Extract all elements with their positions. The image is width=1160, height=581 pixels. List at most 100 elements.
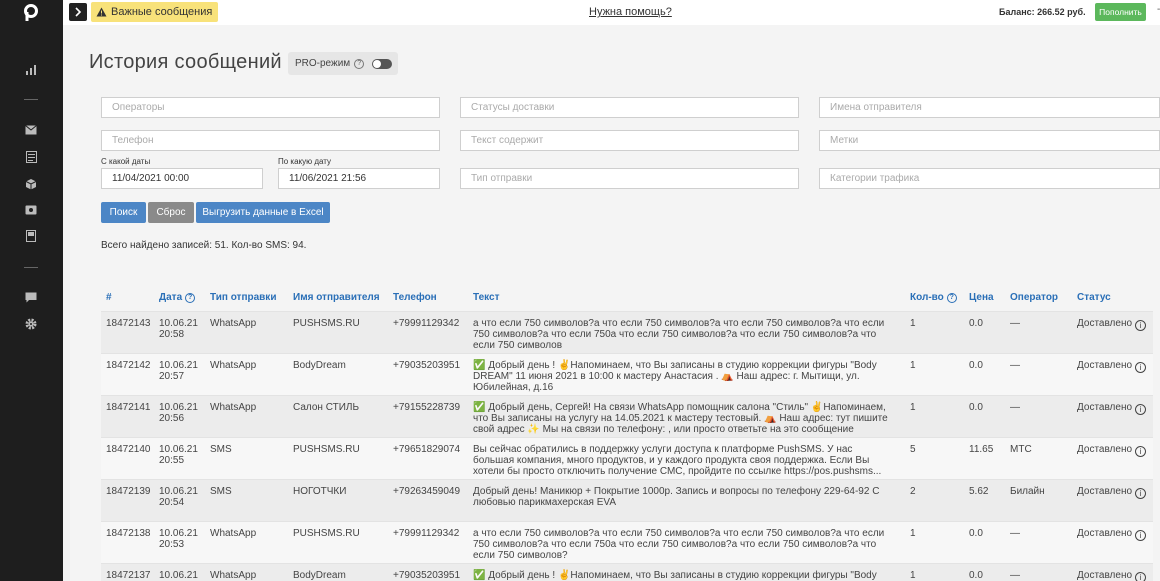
- row-count: 1: [910, 318, 916, 329]
- col-status-label: Статус: [1077, 292, 1111, 303]
- row-date: 10.06.21 20:58: [159, 318, 198, 340]
- table-row[interactable]: 18472142 10.06.21 20:57 WhatsApp BodyDrea…: [101, 353, 1153, 395]
- chat-icon[interactable]: [24, 290, 38, 304]
- info-icon[interactable]: i: [1135, 320, 1147, 331]
- help-link[interactable]: Нужна помощь?: [589, 6, 672, 18]
- tags-select[interactable]: Метки: [819, 130, 1160, 151]
- col-date-header[interactable]: Дата?: [159, 292, 196, 303]
- phone-input[interactable]: Телефон: [101, 130, 440, 151]
- reset-button[interactable]: Сброс: [148, 202, 194, 223]
- sidebar-toggle-button[interactable]: [69, 3, 87, 21]
- logo-icon[interactable]: [23, 4, 40, 21]
- info-icon[interactable]: i: [1135, 404, 1147, 415]
- gear-icon[interactable]: [24, 317, 38, 331]
- col-text-header[interactable]: Текст: [473, 292, 500, 303]
- send-type-select[interactable]: Тип отправки: [460, 168, 799, 189]
- sidebar-divider: [24, 99, 38, 100]
- row-phone: +79651829074: [393, 444, 461, 455]
- sender-names-select[interactable]: Имена отправителя: [819, 97, 1160, 118]
- row-text: ✅ Добрый день ! ✌Напоминаем, что Вы запи…: [473, 570, 877, 581]
- row-phone: +79991129342: [393, 318, 460, 329]
- row-date: 10.06.21 20:57: [159, 360, 198, 382]
- sidebar: [0, 0, 63, 581]
- info-icon[interactable]: i: [1135, 488, 1147, 499]
- col-price-label: Цена: [969, 292, 994, 303]
- row-price: 0.0: [969, 570, 983, 581]
- wallet-icon[interactable]: [24, 203, 38, 217]
- col-sender-header[interactable]: Имя отправителя: [293, 292, 380, 303]
- row-date: 10.06.21 20:54: [159, 486, 198, 508]
- table-row[interactable]: 18472139 10.06.21 20:54 SMS НОГОТЧКИ +792…: [101, 479, 1153, 521]
- col-id-header[interactable]: #: [106, 292, 112, 303]
- col-status-header[interactable]: Статус: [1077, 292, 1111, 303]
- row-phone: +79263459049: [393, 486, 461, 497]
- row-text: а что если 750 символов?а что если 750 с…: [473, 318, 885, 351]
- row-type: WhatsApp: [210, 402, 257, 413]
- help-icon[interactable]: ?: [185, 292, 196, 303]
- chevron-right-icon: [75, 7, 82, 17]
- help-icon[interactable]: ?: [354, 58, 365, 69]
- box-icon[interactable]: [24, 177, 38, 191]
- info-icon[interactable]: i: [1135, 530, 1147, 541]
- bookmark-icon[interactable]: [24, 229, 38, 243]
- row-price: 0.0: [969, 402, 983, 413]
- pro-mode-switch[interactable]: [372, 59, 392, 69]
- row-id: 18472140: [106, 444, 151, 455]
- results-summary: Всего найдено записей: 51. Кол-во SMS: 9…: [101, 240, 307, 251]
- row-sender: PUSHSMS.RU: [293, 318, 360, 329]
- row-price: 0.0: [969, 318, 983, 329]
- help-icon[interactable]: ?: [946, 292, 957, 303]
- warning-icon: [96, 7, 107, 17]
- info-icon[interactable]: i: [1135, 572, 1147, 581]
- envelope-icon[interactable]: [24, 123, 38, 137]
- topup-button[interactable]: Пополнить: [1095, 3, 1146, 21]
- table-row[interactable]: 18472140 10.06.21 20:55 SMS PUSHSMS.RU +7…: [101, 437, 1153, 479]
- row-phone: +79155228739: [393, 402, 461, 413]
- stats-icon[interactable]: [24, 63, 38, 77]
- important-messages-button[interactable]: Важные сообщения: [91, 2, 219, 22]
- text-contains-input[interactable]: Текст содержит: [460, 130, 799, 151]
- row-sender: Салон СТИЛЬ: [293, 402, 360, 413]
- row-text: Вы сейчас обратились в поддержку услуги …: [473, 444, 882, 477]
- col-type-header[interactable]: Тип отправки: [210, 292, 276, 303]
- delivery-status-select[interactable]: Статусы доставки: [460, 97, 799, 118]
- row-text: ✅ Добрый день ! ✌Напоминаем, что Вы запи…: [473, 360, 877, 393]
- row-type: WhatsApp: [210, 318, 257, 329]
- row-sender: PUSHSMS.RU: [293, 528, 360, 539]
- table-row[interactable]: 18472138 10.06.21 20:53 WhatsApp PUSHSMS.…: [101, 521, 1153, 563]
- row-id: 18472137: [106, 570, 151, 581]
- traffic-categories-select[interactable]: Категории трафика: [819, 168, 1160, 189]
- col-count-header[interactable]: Кол-во?: [910, 292, 957, 303]
- pro-mode-toggle[interactable]: PRO-режим ?: [288, 52, 398, 75]
- row-count: 2: [910, 486, 916, 497]
- info-icon[interactable]: i: [1135, 362, 1147, 373]
- row-text: Добрый день! Маникюр + Покрытие 1000р. З…: [473, 486, 880, 508]
- page-title: История сообщений: [89, 51, 282, 73]
- col-phone-header[interactable]: Телефон: [393, 292, 437, 303]
- col-price-header[interactable]: Цена: [969, 292, 994, 303]
- info-icon[interactable]: i: [1135, 446, 1147, 457]
- operators-select[interactable]: Операторы: [101, 97, 440, 118]
- row-price: 0.0: [969, 528, 983, 539]
- table-row[interactable]: 18472137 10.06.21 WhatsApp BodyDream +79…: [101, 563, 1153, 581]
- row-count: 1: [910, 360, 916, 371]
- row-date: 10.06.21 20:53: [159, 528, 198, 550]
- row-count: 1: [910, 402, 916, 413]
- from-date-input[interactable]: 11/04/2021 00:00: [101, 168, 263, 189]
- row-id: 18472139: [106, 486, 151, 497]
- to-date-input[interactable]: 11/06/2021 21:56: [278, 168, 440, 189]
- search-button[interactable]: Поиск: [101, 202, 146, 223]
- row-status: Доставлено i: [1077, 360, 1147, 373]
- row-date: 10.06.21: [159, 570, 198, 581]
- sidebar-divider: [24, 267, 38, 268]
- row-status: Доставлено i: [1077, 570, 1147, 581]
- export-excel-button[interactable]: Выгрузить данные в Excel: [196, 202, 330, 223]
- row-id: 18472141: [106, 402, 151, 413]
- table-row[interactable]: 18472141 10.06.21 20:56 WhatsApp Салон СТ…: [101, 395, 1153, 437]
- from-date-label: С какой даты: [101, 157, 151, 166]
- table-row[interactable]: 18472143 10.06.21 20:58 WhatsApp PUSHSMS.…: [101, 311, 1153, 353]
- row-price: 5.62: [969, 486, 989, 497]
- row-type: WhatsApp: [210, 528, 257, 539]
- document-icon[interactable]: [24, 150, 38, 164]
- col-operator-header[interactable]: Оператор: [1010, 292, 1058, 303]
